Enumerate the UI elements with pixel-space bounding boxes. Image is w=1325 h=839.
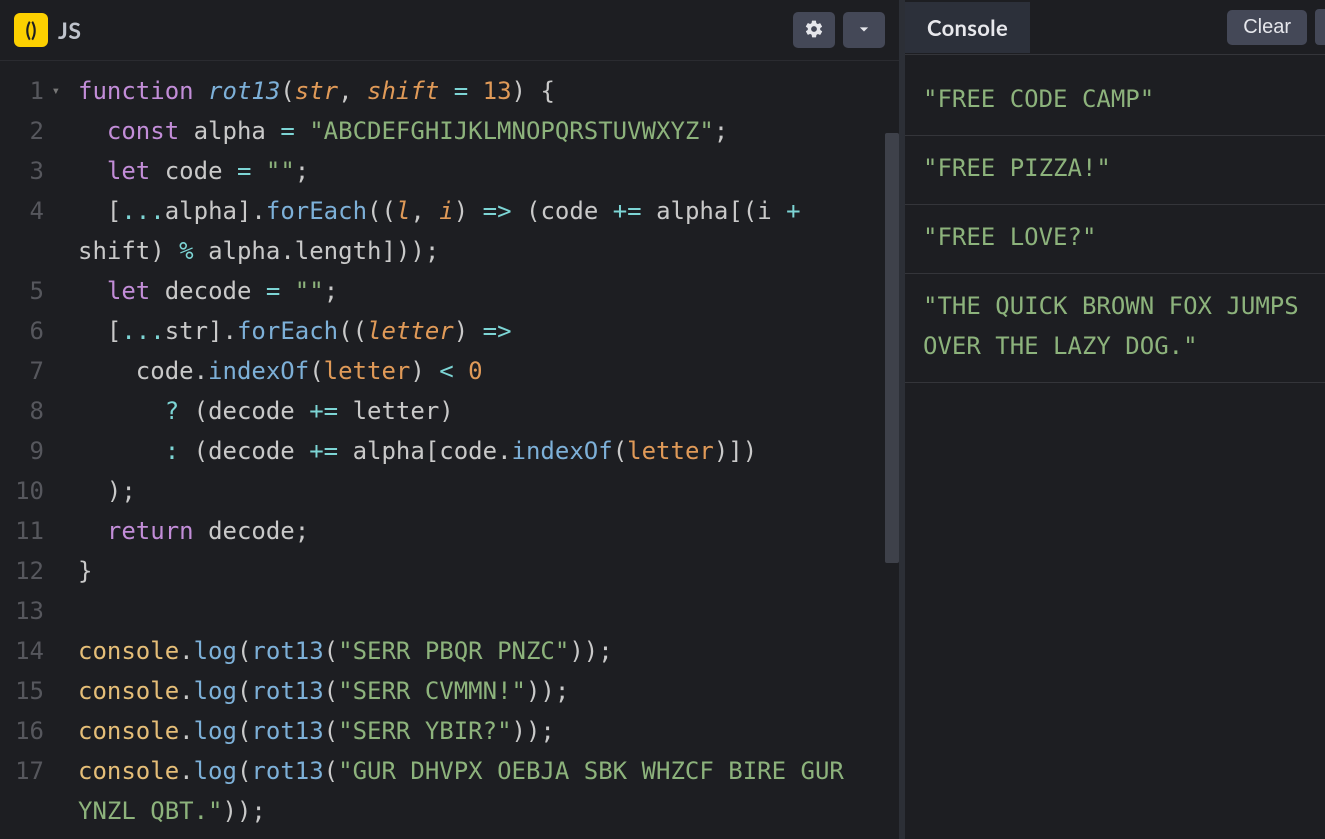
line-number: 1 bbox=[0, 71, 44, 111]
code-line[interactable]: let code = ""; bbox=[78, 151, 879, 191]
console-panel: Console Clear "FREE CODE CAMP""FREE PIZZ… bbox=[905, 0, 1325, 839]
code-line[interactable]: [...str].forEach((letter) => bbox=[78, 311, 879, 351]
line-number: 4 bbox=[0, 191, 44, 271]
editor-panel: () JS 1234567891011121314151617 function… bbox=[0, 0, 905, 839]
line-number: 8 bbox=[0, 391, 44, 431]
console-extra-button[interactable] bbox=[1315, 9, 1325, 45]
code-line[interactable]: code.indexOf(letter) < 0 bbox=[78, 351, 879, 391]
line-number: 6 bbox=[0, 311, 44, 351]
console-tab[interactable]: Console bbox=[905, 2, 1030, 53]
line-number: 16 bbox=[0, 711, 44, 751]
language-badge: () bbox=[14, 13, 48, 47]
code-line[interactable]: } bbox=[78, 551, 879, 591]
line-number: 15 bbox=[0, 671, 44, 711]
line-number: 13 bbox=[0, 591, 44, 631]
code-line[interactable] bbox=[78, 591, 879, 631]
code-line[interactable]: let decode = ""; bbox=[78, 271, 879, 311]
line-number: 11 bbox=[0, 511, 44, 551]
console-line: "FREE LOVE?" bbox=[905, 205, 1325, 274]
code-line[interactable]: ? (decode += letter) bbox=[78, 391, 879, 431]
line-number-gutter: 1234567891011121314151617 bbox=[0, 71, 60, 839]
gear-icon bbox=[804, 19, 824, 42]
console-line: "FREE CODE CAMP" bbox=[905, 67, 1325, 136]
console-line: "FREE PIZZA!" bbox=[905, 136, 1325, 205]
editor-collapse-button[interactable] bbox=[843, 12, 885, 48]
code-line[interactable]: console.log(rot13("SERR YBIR?")); bbox=[78, 711, 879, 751]
code-editor[interactable]: 1234567891011121314151617 function rot13… bbox=[0, 60, 899, 839]
line-number: 7 bbox=[0, 351, 44, 391]
line-number: 9 bbox=[0, 431, 44, 471]
code-line[interactable]: ); bbox=[78, 471, 879, 511]
line-number: 14 bbox=[0, 631, 44, 671]
code-line[interactable]: console.log(rot13("SERR CVMMN!")); bbox=[78, 671, 879, 711]
code-line[interactable]: return decode; bbox=[78, 511, 879, 551]
console-output: "FREE CODE CAMP""FREE PIZZA!""FREE LOVE?… bbox=[905, 55, 1325, 839]
console-line: "THE QUICK BROWN FOX JUMPS OVER THE LAZY… bbox=[905, 274, 1325, 383]
code-line[interactable]: : (decode += alpha[code.indexOf(letter)]… bbox=[78, 431, 879, 471]
editor-header: () JS bbox=[0, 0, 899, 60]
code-line[interactable]: console.log(rot13("SERR PBQR PNZC")); bbox=[78, 631, 879, 671]
line-number: 10 bbox=[0, 471, 44, 511]
line-number: 5 bbox=[0, 271, 44, 311]
console-clear-button[interactable]: Clear bbox=[1227, 10, 1307, 45]
line-number: 17 bbox=[0, 751, 44, 831]
language-label: JS bbox=[58, 16, 82, 44]
line-number: 3 bbox=[0, 151, 44, 191]
code-line[interactable]: console.log(rot13("GUR DHVPX OEBJA SBK W… bbox=[78, 751, 879, 831]
editor-settings-button[interactable] bbox=[793, 12, 835, 48]
code-content[interactable]: function rot13(str, shift = 13) { const … bbox=[60, 71, 899, 839]
code-line[interactable]: const alpha = "ABCDEFGHIJKLMNOPQRSTUVWXY… bbox=[78, 111, 879, 151]
chevron-down-icon bbox=[854, 19, 874, 42]
line-number: 12 bbox=[0, 551, 44, 591]
language-badge-glyph: () bbox=[26, 18, 37, 42]
code-line[interactable]: function rot13(str, shift = 13) { bbox=[78, 71, 879, 111]
console-header: Console Clear bbox=[905, 0, 1325, 55]
code-line[interactable]: [...alpha].forEach((l, i) => (code += al… bbox=[78, 191, 879, 271]
editor-scrollbar-thumb[interactable] bbox=[885, 133, 899, 563]
line-number: 2 bbox=[0, 111, 44, 151]
